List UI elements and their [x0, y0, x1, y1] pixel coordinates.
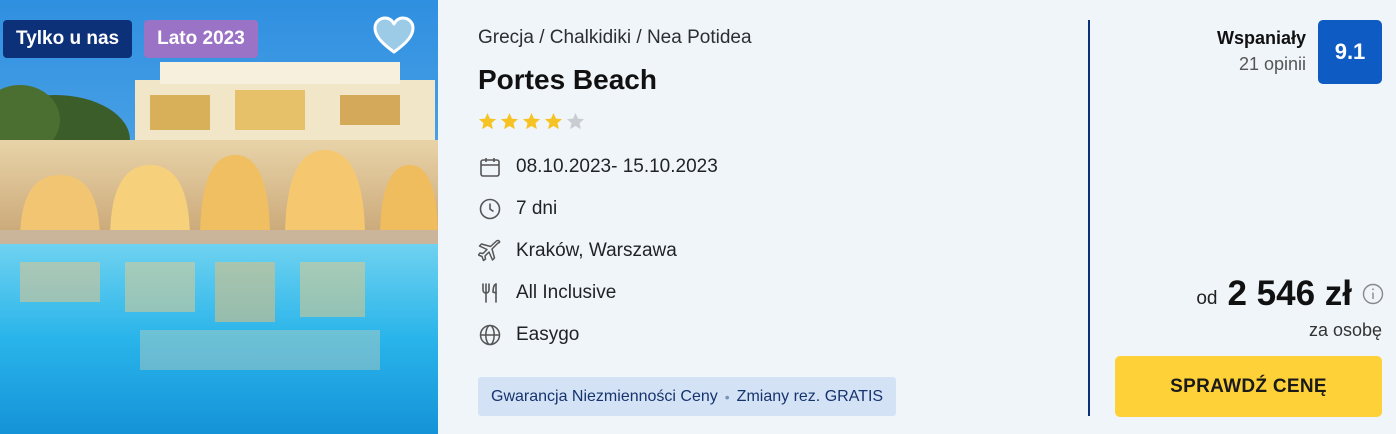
- price-per-person: za osobę: [1308, 320, 1382, 340]
- hotel-stars: [478, 112, 585, 131]
- operator-text: Easygo: [516, 324, 580, 345]
- reviews-count[interactable]: 21 opinii: [1239, 54, 1306, 75]
- price-value: 2 546 zł: [1227, 274, 1352, 313]
- exclusive-badge: Tylko u nas: [3, 20, 133, 58]
- calendar-icon: [480, 158, 500, 177]
- dates-text: 08.10.2023- 15.10.2023: [516, 156, 718, 177]
- column-divider: [1088, 20, 1090, 416]
- price-from-label: od: [1196, 288, 1218, 309]
- clock-icon: [479, 198, 501, 220]
- duration-text: 7 dni: [516, 198, 558, 219]
- star-icon: [544, 112, 563, 130]
- globe-icon: [479, 324, 501, 346]
- hotel-photo-image: [0, 0, 438, 434]
- offer-details: Grecja / Chalkidiki / Nea Potidea Portes…: [438, 0, 1088, 434]
- plane-icon: [478, 239, 501, 262]
- star-icon: [478, 112, 497, 130]
- chip-separator: •: [724, 388, 730, 405]
- hotel-name[interactable]: Portes Beach: [478, 64, 657, 96]
- operator-row: Easygo: [478, 323, 579, 347]
- free-changes-label: Zmiany rez. GRATIS: [736, 387, 884, 405]
- price-line: od 2 546 zł: [1196, 274, 1384, 314]
- check-price-button[interactable]: SPRAWDŹ CENĘ: [1115, 356, 1382, 417]
- star-icon: [522, 112, 541, 130]
- guarantee-chip[interactable]: Gwarancja Niezmienności Ceny • Zmiany re…: [478, 377, 897, 416]
- offer-card: Tylko u nas Lato 2023 Grecja / Chalkidik…: [0, 0, 1396, 434]
- duration-row: 7 dni: [478, 197, 557, 221]
- rating-score-badge[interactable]: 9.1: [1318, 20, 1382, 84]
- price-guarantee-label: Gwarancja Niezmienności Ceny: [491, 387, 718, 405]
- location-breadcrumb[interactable]: Grecja / Chalkidiki / Nea Potidea: [478, 27, 752, 49]
- board-text: All Inclusive: [516, 282, 617, 303]
- badge-list: Tylko u nas Lato 2023: [3, 20, 258, 58]
- cutlery-icon: [482, 283, 497, 303]
- rating-word: Wspaniały: [1216, 28, 1306, 48]
- board-row: All Inclusive: [478, 281, 616, 305]
- dates-row: 08.10.2023- 15.10.2023: [478, 155, 718, 179]
- departure-row: Kraków, Warszawa: [478, 239, 677, 263]
- season-badge: Lato 2023: [144, 20, 258, 58]
- star-icon: [500, 112, 519, 130]
- info-icon[interactable]: [1362, 283, 1384, 305]
- departure-text: Kraków, Warszawa: [516, 240, 677, 261]
- heart-icon[interactable]: [372, 16, 416, 56]
- star-empty-icon: [566, 112, 585, 130]
- hotel-photo[interactable]: Tylko u nas Lato 2023: [0, 0, 438, 434]
